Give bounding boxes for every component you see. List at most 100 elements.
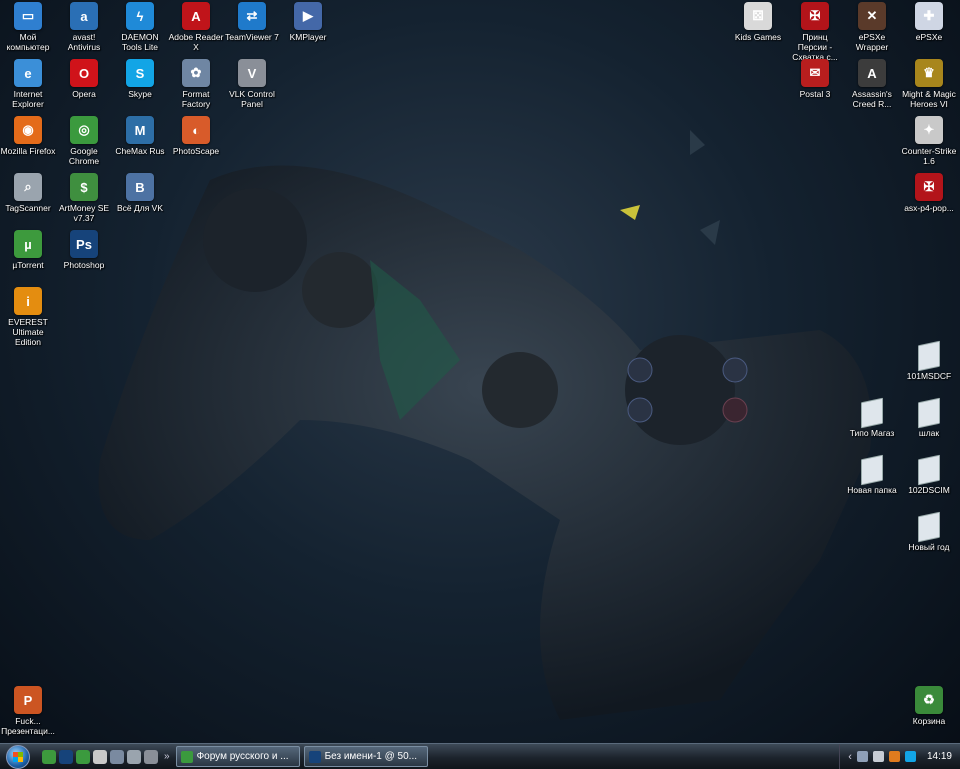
computer-icon: ▭ — [14, 2, 42, 30]
epsxe-wrapper-icon: ✕ — [858, 2, 886, 30]
desktop-icon[interactable]: A Adobe Reader X — [168, 2, 224, 52]
desktop-icon-label: CheMax Rus — [115, 146, 165, 156]
desktop-icon[interactable]: B Всё Для VK — [112, 173, 168, 213]
desktop-icon[interactable]: ♛ Might & Magic Heroes VI — [901, 59, 957, 109]
desktop-icon[interactable]: шлак — [901, 397, 957, 438]
desktop-icon[interactable]: S Skype — [112, 59, 168, 99]
desktop-icon-label: Photoshop — [63, 260, 105, 270]
folder-icon — [918, 340, 940, 372]
desktop-icon[interactable]: ✠ Принц Персии - Схватка с... — [787, 2, 843, 62]
taskbar-button[interactable]: Форум русского и ... — [175, 746, 300, 767]
asx-file-icon: ✠ — [915, 173, 943, 201]
desktop-icon[interactable]: 101MSDCF — [901, 340, 957, 381]
desktop-icon[interactable]: ▶ KMPlayer — [280, 2, 336, 42]
desktop-icon-label: µTorrent — [12, 260, 44, 270]
vlk-icon[interactable] — [144, 749, 158, 764]
desktop-icon-label: Adobe Reader X — [168, 32, 224, 52]
folder-icon — [861, 397, 883, 429]
avast-tray-icon[interactable] — [888, 751, 900, 762]
desktop-icon-label: Skype — [128, 89, 152, 99]
desktop-icon[interactable]: ♻ Корзина — [901, 686, 957, 726]
desktop-icon[interactable]: ✚ ePSXe — [901, 2, 957, 42]
tray-icons — [856, 751, 916, 762]
desktop-icon-label: TagScanner — [5, 203, 51, 213]
desktop-icon-label: Opera — [72, 89, 96, 99]
chrome-icon: ◎ — [70, 116, 98, 144]
folder-icon — [861, 454, 883, 486]
desktop-icon-label: ePSXe — [915, 32, 943, 42]
quick-launch-bar — [42, 749, 158, 764]
desktop-icon-label: KMPlayer — [289, 32, 327, 42]
clock[interactable]: 14:19 — [927, 751, 952, 762]
desktop-icon[interactable]: ⇄ TeamViewer 7 — [224, 2, 280, 42]
desktop-icon[interactable]: P Fuck... Презентаци... — [0, 686, 56, 736]
desktop-icon[interactable]: M CheMax Rus — [112, 116, 168, 156]
volume-icon[interactable] — [872, 751, 884, 762]
media-icon[interactable] — [110, 749, 124, 764]
tagscanner-icon: ⌕ — [14, 173, 42, 201]
desktop-icon-label: Корзина — [912, 716, 946, 726]
epsxe-icon: ✚ — [915, 2, 943, 30]
desktop-icon[interactable]: ✿ Format Factory — [168, 59, 224, 109]
desktop-icon[interactable]: ◉ Mozilla Firefox — [0, 116, 56, 156]
photoscape-icon: ◐ — [182, 116, 210, 144]
desktop-icon[interactable]: V VLK Control Panel — [224, 59, 280, 109]
desktop-icon[interactable]: Новый год — [901, 511, 957, 552]
desktop-icon-label: Fuck... Презентаци... — [1, 716, 55, 736]
chrome-icon[interactable] — [76, 749, 90, 764]
network-icon[interactable] — [856, 751, 868, 762]
desktop-icon[interactable]: ✕ ePSXe Wrapper — [844, 2, 900, 52]
desktop-icon[interactable]: ◐ PhotoScape — [168, 116, 224, 156]
desktop-icon-label: Assassin's Creed R... — [852, 89, 892, 109]
photoshop-icon[interactable] — [59, 749, 73, 764]
desktop-icon-label: PhotoScape — [172, 146, 220, 156]
taskbar-button-label: Без имени-1 @ 50... — [324, 751, 418, 762]
desktop-icon[interactable]: a avast! Antivirus — [56, 2, 112, 52]
desktop-icon[interactable]: Типо Магаз — [844, 397, 900, 438]
desktop-icon-label: шлак — [918, 428, 940, 438]
desktop-icon-label: Типо Магаз — [849, 428, 895, 438]
desktop-icon-label: DAEMON Tools Lite — [121, 32, 159, 52]
folder-icon — [918, 511, 940, 543]
desktop-icon[interactable]: ✉ Postal 3 — [787, 59, 843, 99]
desktop-icon[interactable]: ◎ Google Chrome — [56, 116, 112, 166]
task-buttons: Форум русского и ... Без имени-1 @ 50... — [175, 746, 432, 767]
chrome-icon — [180, 750, 193, 763]
desktop-icon[interactable]: 102DSCIM — [901, 454, 957, 495]
desktop-icon-label: 101MSDCF — [906, 371, 952, 381]
windows-logo-icon — [6, 744, 30, 769]
desktop-icon-label: Новая папка — [847, 485, 897, 495]
start-button[interactable] — [0, 744, 36, 769]
desktop-icon[interactable]: A Assassin's Creed R... — [844, 59, 900, 109]
desktop-icon[interactable]: Ps Photoshop — [56, 230, 112, 270]
desktop-icon-label: Kids Games — [734, 32, 782, 42]
avast-icon: a — [70, 2, 98, 30]
unknown-app-icon[interactable] — [93, 749, 107, 764]
desktop-icon[interactable]: ⚄ Kids Games — [730, 2, 786, 42]
desktop-icon[interactable]: ✦ Counter-Strike 1.6 — [901, 116, 957, 166]
desktop-icon[interactable]: $ ArtMoney SE v7.37 — [56, 173, 112, 223]
desktop-icon[interactable]: ϟ DAEMON Tools Lite — [112, 2, 168, 52]
desktop-icon[interactable]: e Internet Explorer — [0, 59, 56, 109]
desktop-icon[interactable]: O Opera — [56, 59, 112, 99]
desktop-icon[interactable]: ✠ asx-p4-pop... — [901, 173, 957, 213]
desktop-icon[interactable]: µ µTorrent — [0, 230, 56, 270]
desktop-icon[interactable]: ⌕ TagScanner — [0, 173, 56, 213]
skype-tray-icon[interactable] — [904, 751, 916, 762]
tagscanner-icon[interactable] — [127, 749, 141, 764]
taskbar-button[interactable]: Без имени-1 @ 50... — [303, 746, 428, 767]
desktop-icon-label: Counter-Strike 1.6 — [901, 146, 957, 166]
desktop-icon[interactable]: ▭ Мой компьютер — [0, 2, 56, 52]
desktop-icon-label: asx-p4-pop... — [904, 203, 954, 213]
utorrent-icon[interactable] — [42, 749, 56, 764]
desktop-icon[interactable]: Новая папка — [844, 454, 900, 495]
desktop-icon[interactable]: i EVEREST Ultimate Edition — [0, 287, 56, 347]
tray-expand-chevron[interactable]: ‹ — [848, 751, 852, 763]
quick-launch-chevron[interactable]: » — [164, 751, 170, 762]
everest-icon: i — [14, 287, 42, 315]
postal3-icon: ✉ — [801, 59, 829, 87]
desktop-icon-label: Всё Для VK — [116, 203, 164, 213]
heroes6-icon: ♛ — [915, 59, 943, 87]
folder-icon — [918, 397, 940, 429]
vlk-panel-icon: V — [238, 59, 266, 87]
